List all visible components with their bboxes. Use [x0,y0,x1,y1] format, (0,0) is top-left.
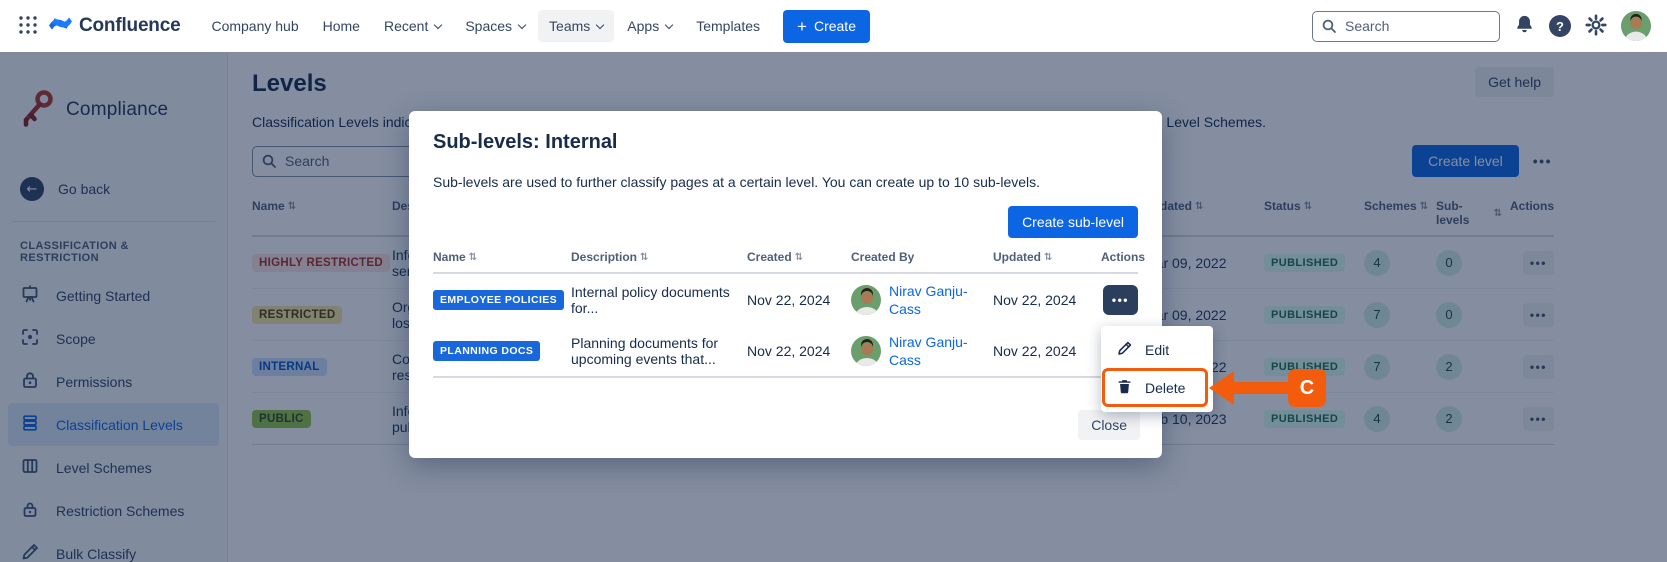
col-header-created[interactable]: Created [747,250,851,264]
created-by-link[interactable]: Nirav Ganju-Cass [889,333,985,369]
annotation-highlight-box [1102,368,1208,407]
nav-item-spaces[interactable]: Spaces [454,10,536,42]
row-actions-button-active[interactable] [1103,285,1138,315]
sub-level-updated: Nov 22, 2024 [993,292,1101,308]
app-grid-icon [18,15,38,38]
search-icon [1321,18,1337,39]
chevron-down-icon [518,20,526,28]
plus-icon: + [797,18,807,35]
annotation-arrow-shaft [1230,382,1290,394]
sub-level-updated: Nov 22, 2024 [993,343,1101,359]
table-row: PLANNING DOCS Planning documents for upc… [433,326,1138,378]
col-header-description[interactable]: Description [571,250,747,264]
chevron-down-icon [665,20,673,28]
avatar [851,285,881,315]
topnav-right: ? [1312,11,1651,42]
question-mark-icon: ? [1549,15,1571,37]
sub-levels-table-header: Name Description Created Created By Upda… [433,250,1138,274]
sort-icon [1044,252,1052,263]
settings-button[interactable] [1585,14,1607,39]
user-avatar[interactable] [1621,11,1651,41]
global-search-input[interactable] [1312,11,1500,42]
annotation-label: C [1288,369,1326,407]
sub-level-created: Nov 22, 2024 [747,343,851,359]
app-switcher-button[interactable] [12,10,44,42]
modal-description: Sub-levels are used to further classify … [433,174,1138,190]
sub-level-badge: EMPLOYEE POLICIES [433,290,564,310]
confluence-logo-icon [48,11,73,41]
menu-item-edit[interactable]: Edit [1101,331,1213,369]
edit-icon [1116,340,1133,360]
nav-item-company-hub[interactable]: Company hub [200,10,309,42]
nav-item-templates[interactable]: Templates [685,10,771,42]
col-header-actions: Actions [1101,250,1145,264]
create-button[interactable]: + Create [783,10,870,43]
avatar-image [1621,11,1651,41]
notifications-button[interactable] [1514,14,1535,38]
sub-level-created: Nov 22, 2024 [747,292,851,308]
page: Confluence Company hub Home Recent Space… [0,0,1667,562]
modal-title: Sub-levels: Internal [433,131,1138,154]
sort-icon [795,252,803,263]
sort-icon [640,252,648,263]
chevron-down-icon [596,20,604,28]
col-header-updated[interactable]: Updated [993,250,1101,264]
help-button[interactable]: ? [1549,15,1571,37]
sort-icon [469,252,477,263]
nav-item-teams[interactable]: Teams [538,10,614,42]
create-sub-level-button[interactable]: Create sub-level [1008,206,1138,238]
nav-item-apps[interactable]: Apps [616,10,683,42]
close-button[interactable]: Close [1078,410,1140,440]
logo-text: Confluence [79,15,180,37]
global-search [1312,11,1500,42]
nav-item-home[interactable]: Home [312,10,371,42]
top-navbar: Confluence Company hub Home Recent Space… [0,0,1667,52]
sub-levels-modal: Sub-levels: Internal Sub-levels are used… [409,111,1162,458]
sub-level-description: Planning documents for upcoming events t… [571,335,747,367]
col-header-name[interactable]: Name [433,250,571,264]
avatar [851,336,881,366]
bell-icon [1514,14,1535,38]
gear-icon [1585,14,1607,39]
nav-item-recent[interactable]: Recent [373,10,452,42]
confluence-logo[interactable]: Confluence [48,11,180,41]
sub-levels-table: Name Description Created Created By Upda… [433,250,1138,378]
sub-level-badge: PLANNING DOCS [433,341,540,361]
chevron-down-icon [434,20,442,28]
col-header-created-by: Created By [851,250,993,264]
created-by-link[interactable]: Nirav Ganju-Cass [889,282,985,318]
table-row: EMPLOYEE POLICIES Internal policy docume… [433,274,1138,326]
sub-level-description: Internal policy documents for... [571,284,747,316]
